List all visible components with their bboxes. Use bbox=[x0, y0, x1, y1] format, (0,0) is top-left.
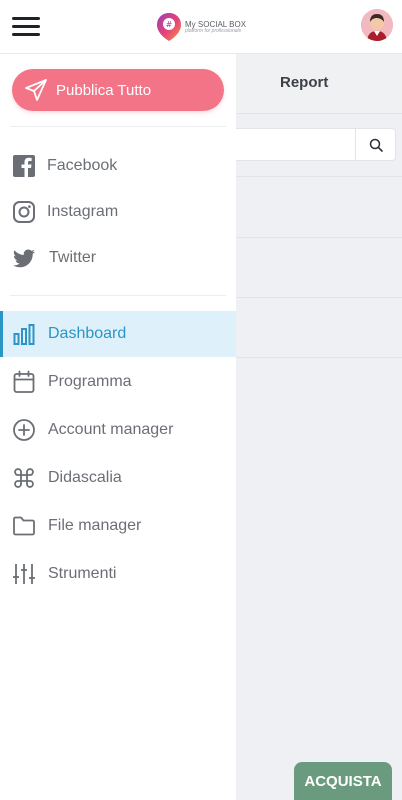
search-button[interactable] bbox=[355, 129, 395, 160]
buy-button[interactable]: ACQUISTA bbox=[294, 762, 392, 800]
sidebar-item-twitter[interactable]: Twitter bbox=[0, 235, 236, 281]
logo-mark-icon: # bbox=[157, 13, 181, 41]
publish-all-label: Pubblica Tutto bbox=[56, 81, 152, 99]
folder-icon bbox=[13, 516, 35, 536]
list-divider bbox=[236, 357, 402, 358]
sidebar-item-label: Twitter bbox=[49, 249, 97, 266]
publish-all-button[interactable]: Pubblica Tutto bbox=[12, 69, 224, 111]
sidebar-item-label: Instagram bbox=[47, 203, 119, 220]
sidebar-item-dashboard[interactable]: Dashboard bbox=[0, 311, 236, 357]
sidebar-item-label: Strumenti bbox=[48, 565, 117, 582]
instagram-icon bbox=[13, 201, 35, 223]
facebook-icon bbox=[13, 155, 35, 177]
tab-report[interactable]: Report bbox=[280, 74, 328, 91]
hamburger-menu-icon[interactable] bbox=[12, 15, 40, 39]
sidebar-item-strumenti[interactable]: Strumenti bbox=[0, 551, 236, 597]
sidebar-item-facebook[interactable]: Facebook bbox=[0, 143, 236, 189]
sidebar-item-didascalia[interactable]: Didascalia bbox=[0, 455, 236, 501]
sidebar-item-label: Account manager bbox=[48, 421, 174, 438]
search-icon bbox=[369, 138, 383, 152]
paper-plane-icon bbox=[25, 79, 47, 101]
command-icon bbox=[14, 468, 34, 488]
plus-circle-icon bbox=[13, 419, 35, 441]
divider bbox=[10, 126, 226, 127]
sidebar-item-label: Programma bbox=[48, 373, 132, 390]
list-divider bbox=[236, 297, 402, 298]
side-drawer: Pubblica Tutto Facebook Instagram Twitte… bbox=[0, 54, 236, 800]
divider bbox=[10, 295, 226, 296]
user-avatar[interactable] bbox=[361, 9, 393, 41]
sidebar-item-label: File manager bbox=[48, 517, 142, 534]
search-input[interactable] bbox=[236, 128, 396, 161]
sliders-icon bbox=[13, 564, 35, 584]
sidebar-item-instagram[interactable]: Instagram bbox=[0, 189, 236, 235]
report-tabbar: Report bbox=[236, 54, 402, 114]
bar-chart-icon bbox=[13, 324, 35, 345]
list-divider bbox=[236, 176, 402, 177]
calendar-icon bbox=[13, 370, 35, 393]
logo[interactable]: # My SOCIAL BOX platform for professiona… bbox=[156, 10, 246, 44]
list-divider bbox=[236, 237, 402, 238]
svg-text:#: # bbox=[166, 20, 173, 29]
sidebar-item-file-manager[interactable]: File manager bbox=[0, 503, 236, 549]
sidebar-item-label: Facebook bbox=[47, 157, 118, 174]
sidebar-item-label: Didascalia bbox=[48, 469, 122, 486]
app-header: # My SOCIAL BOX platform for professiona… bbox=[0, 0, 402, 54]
sidebar-item-label: Dashboard bbox=[48, 325, 127, 342]
sidebar-item-account-manager[interactable]: Account manager bbox=[0, 407, 236, 453]
sidebar-item-programma[interactable]: Programma bbox=[0, 359, 236, 405]
logo-tagline: platform for professionals bbox=[185, 27, 242, 34]
twitter-icon bbox=[13, 249, 35, 268]
avatar-person-icon bbox=[361, 9, 393, 41]
